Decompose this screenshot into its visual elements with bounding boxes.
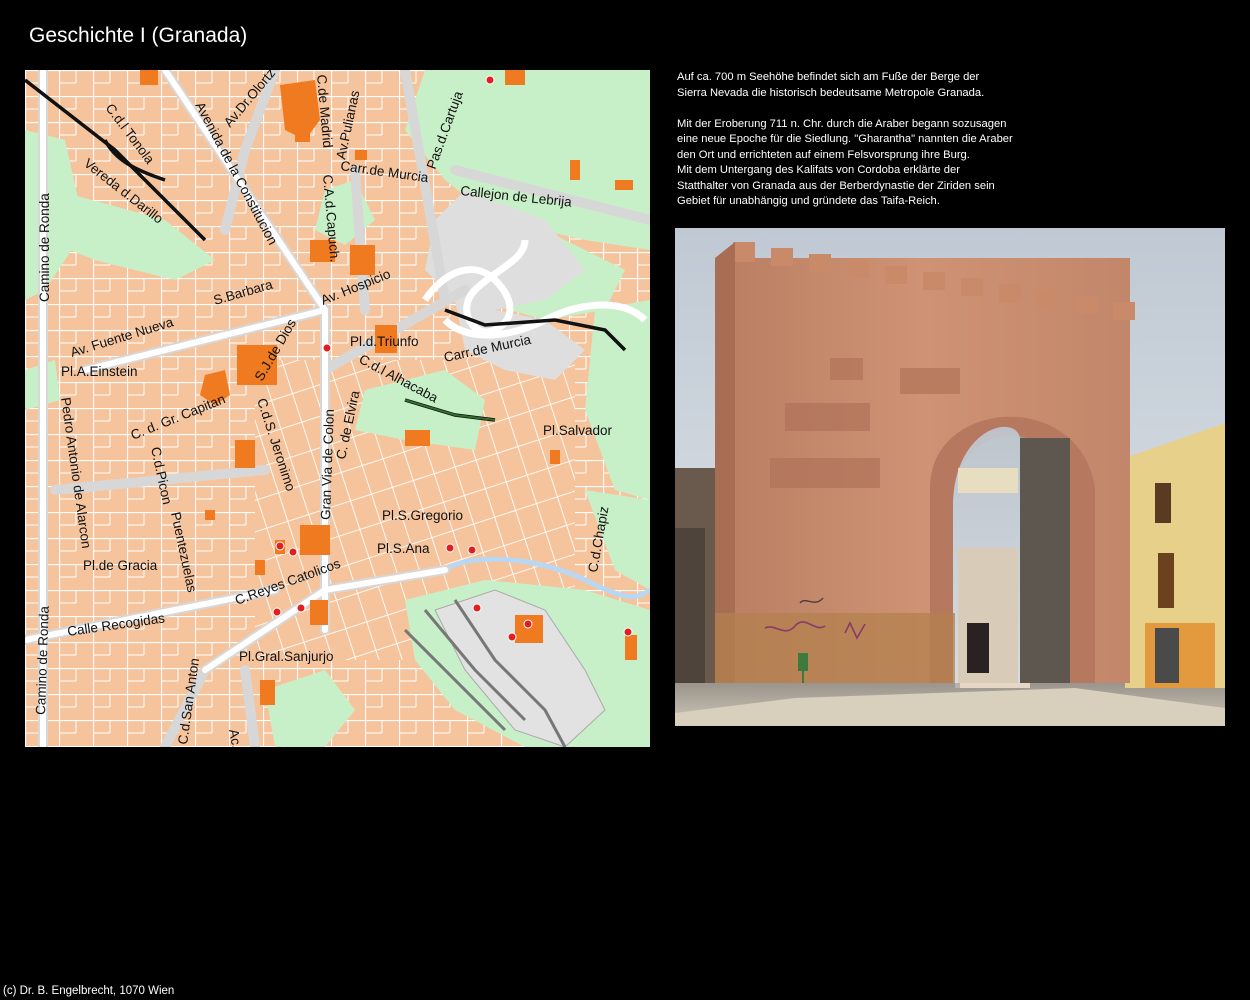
photo-drawing bbox=[675, 228, 1225, 726]
copyright-footer: (c) Dr. B. Engelbrecht, 1070 Wien bbox=[3, 985, 175, 997]
poi-marker-icon[interactable] bbox=[445, 543, 455, 553]
poi-marker-icon[interactable] bbox=[523, 619, 533, 629]
poi-marker-icon[interactable] bbox=[296, 603, 306, 613]
poi-marker-icon[interactable] bbox=[288, 547, 298, 557]
poi-marker-icon[interactable] bbox=[467, 545, 477, 555]
desc-line: Sierra Nevada die historisch bedeutsame … bbox=[677, 86, 985, 99]
poi-marker-icon[interactable] bbox=[472, 603, 482, 613]
poi-marker-icon[interactable] bbox=[275, 541, 285, 551]
poi-marker-icon[interactable] bbox=[322, 343, 332, 353]
desc-line: Mit der Eroberung 711 n. Chr. durch die … bbox=[677, 117, 1007, 130]
map-label: Pl.Salvador bbox=[543, 423, 613, 438]
desc-line: Gebiet für unabhängig und gründete das T… bbox=[677, 195, 940, 207]
poi-marker-icon[interactable] bbox=[272, 607, 282, 617]
poi-marker-icon[interactable] bbox=[485, 75, 495, 85]
poi-marker-icon[interactable] bbox=[623, 627, 633, 637]
map-label: Pl.de Gracia bbox=[83, 558, 158, 573]
map-label: Pl.Gral.Sanjurjo bbox=[239, 649, 334, 664]
elvira-gate-photo bbox=[675, 228, 1225, 726]
description-text: Auf ca. 700 m Seehöhe befindet sich am F… bbox=[677, 70, 1077, 210]
desc-line: Mit dem Untergang des Kalifats von Cordo… bbox=[677, 164, 960, 176]
city-map[interactable]: C.d.l Tonola Av.Dr.Olortz C.de Madrid Av… bbox=[25, 70, 650, 747]
map-label: Pl.S.Ana bbox=[377, 541, 430, 556]
map-label: Pl.S.Gregorio bbox=[382, 508, 463, 523]
page-title: Geschichte I (Granada) bbox=[29, 24, 248, 47]
desc-line: Auf ca. 700 m Seehöhe befindet sich am F… bbox=[677, 71, 980, 83]
desc-line: Statthalter von Granada aus der Berberdy… bbox=[677, 179, 995, 192]
poi-marker-icon[interactable] bbox=[507, 632, 517, 642]
desc-line: den Ort und errichteten auf einem Felsvo… bbox=[677, 148, 970, 161]
desc-line: eine neue Epoche für die Siedlung. "Ghar… bbox=[677, 133, 1013, 145]
map-canvas: C.d.l Tonola Av.Dr.Olortz C.de Madrid Av… bbox=[25, 70, 650, 747]
map-label: Pl.d.Triunfo bbox=[350, 334, 419, 349]
map-label: Pl.A.Einstein bbox=[61, 364, 138, 379]
map-label: Camino de Ronda bbox=[37, 193, 52, 302]
